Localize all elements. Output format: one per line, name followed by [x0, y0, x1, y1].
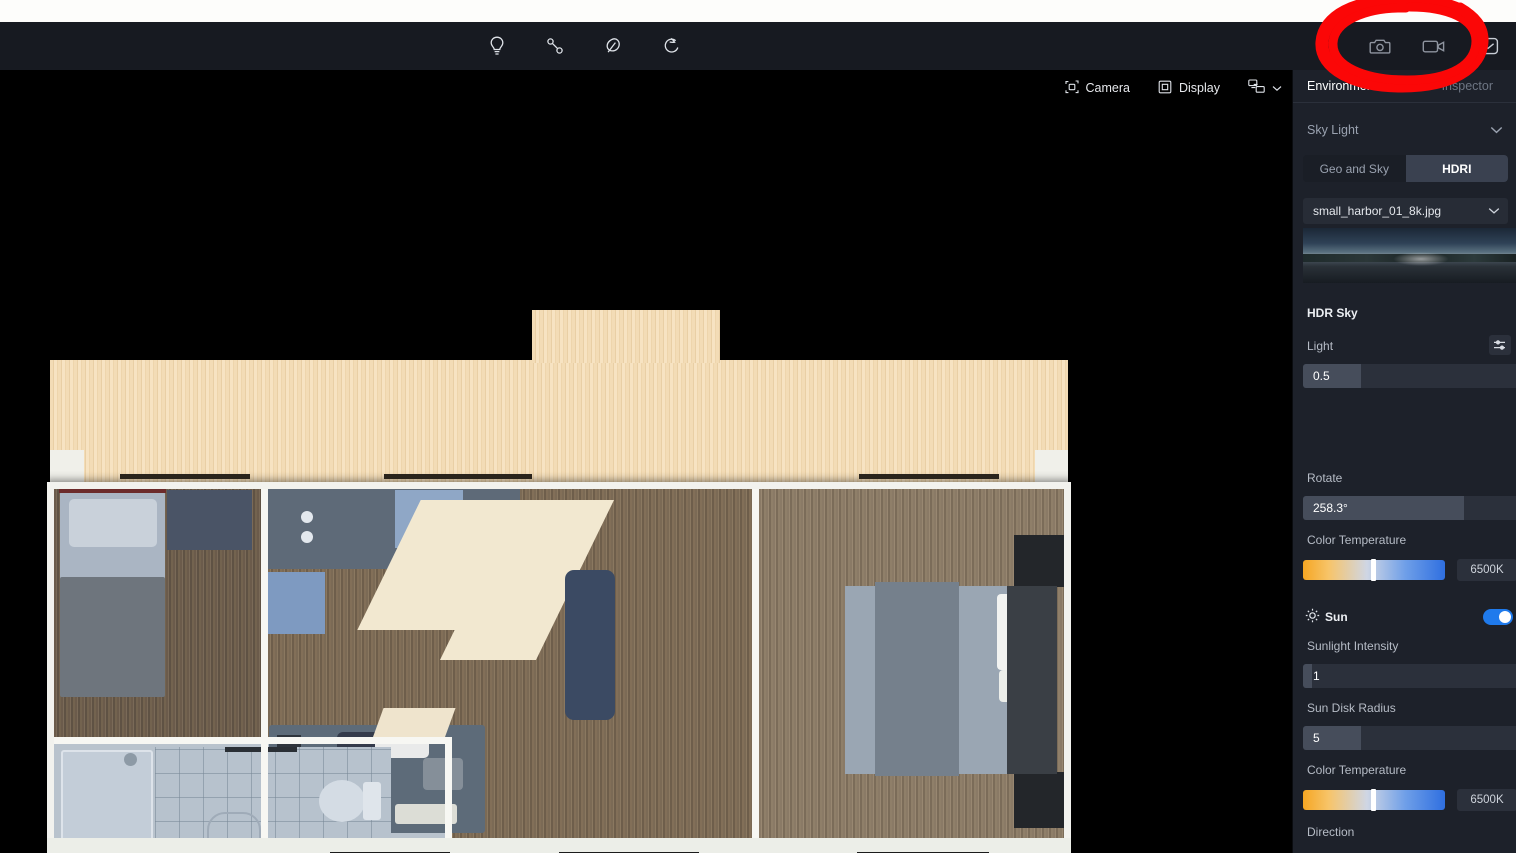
hdr-color-temperature-value[interactable]: 6500K	[1457, 559, 1516, 581]
shower-head	[124, 753, 137, 766]
chevron-down-icon[interactable]	[1490, 121, 1503, 139]
inbox-download-icon[interactable]	[1470, 30, 1506, 62]
toolbar-capture-group	[1362, 22, 1516, 70]
tab-inspector[interactable]: Inspector	[1442, 79, 1493, 93]
split-view-icon	[1248, 79, 1265, 97]
sunlight-intensity-slider[interactable]: 1	[1303, 664, 1516, 688]
light-value: 0.5	[1313, 369, 1330, 383]
sun-disk-radius-value: 5	[1313, 731, 1320, 745]
wall-vertical-2	[752, 489, 759, 838]
hdri-file-name: small_harbor_01_8k.jpg	[1313, 204, 1442, 218]
sun-disk-radius-label: Sun Disk Radius	[1307, 701, 1396, 715]
wall-vertical-1	[261, 489, 268, 838]
rotate-label: Rotate	[1307, 471, 1343, 485]
rotate-slider[interactable]: 258.3°	[1303, 496, 1516, 520]
leaf-icon[interactable]	[596, 29, 630, 63]
toilet	[319, 780, 365, 822]
bed-left-duvet	[60, 577, 165, 697]
light-label: Light	[1307, 339, 1334, 353]
main-toolbar	[0, 22, 1516, 70]
sun-toggle-knob	[1499, 611, 1511, 623]
hdr-sky-title: HDR Sky	[1307, 306, 1358, 320]
sun-disk-radius-fill	[1303, 726, 1362, 750]
direction-label: Direction	[1307, 825, 1355, 839]
sun-temperature-knob[interactable]	[1371, 789, 1377, 811]
window-shadow-2	[384, 474, 532, 479]
window-shadow-3	[859, 474, 999, 479]
direction-option-follow-hdri[interactable]: Follow HDRI	[1303, 846, 1508, 853]
camera-icon[interactable]	[1362, 30, 1398, 62]
polyline-icon[interactable]	[538, 29, 572, 63]
nightstand-bottom	[1014, 772, 1064, 828]
sunlight-intensity-fill	[1303, 664, 1312, 688]
hdr-temperature-knob[interactable]	[1371, 559, 1377, 581]
wall-vertical-bath	[445, 737, 452, 838]
segment-hdri[interactable]: HDRI	[1405, 155, 1508, 182]
section-sky-light-header[interactable]: Sky Light	[1293, 113, 1516, 147]
wall-horizontal-bath	[54, 737, 452, 744]
environment-panel: Environment Inspector Sky Light Geo and …	[1292, 70, 1516, 853]
cube-icon	[1158, 80, 1172, 97]
camera-frame-icon	[1064, 79, 1079, 97]
deck-alcove	[532, 310, 720, 363]
viewport-camera-button[interactable]: Camera	[1061, 77, 1134, 100]
sky-mode-segmented: Geo and Sky HDRI	[1303, 155, 1508, 182]
toilet-tank	[363, 782, 381, 820]
light-slider[interactable]: 0.5	[1303, 364, 1516, 388]
sun-color-temperature-slider[interactable]	[1303, 789, 1445, 811]
section-sky-light-title: Sky Light	[1307, 123, 1359, 137]
hdr-color-temperature-label: Color Temperature	[1307, 533, 1407, 547]
sliders-icon[interactable]	[1489, 335, 1511, 355]
sun-color-temperature-label: Color Temperature	[1307, 763, 1407, 777]
viewport-layout-button[interactable]	[1244, 76, 1286, 100]
window-shadow-1	[120, 474, 250, 479]
chevron-down-icon	[1272, 81, 1282, 95]
tab-environment[interactable]: Environment	[1307, 79, 1377, 93]
video-camera-icon[interactable]	[1416, 30, 1452, 62]
rug-left-dark	[167, 490, 252, 550]
hdri-file-select[interactable]: small_harbor_01_8k.jpg	[1303, 198, 1508, 224]
exterior-deck	[50, 360, 1068, 490]
viewport-controls: Camera Display	[1061, 76, 1286, 100]
master-bed-side-dark	[1007, 586, 1057, 774]
3d-viewport[interactable]: Camera Display	[0, 70, 1292, 853]
interior-walls	[47, 474, 1071, 853]
master-bed-duvet	[875, 582, 959, 776]
chair-blue	[263, 572, 325, 634]
bed-left-pillows	[69, 499, 157, 547]
outlet-icon-1	[301, 511, 313, 523]
rotate-icon[interactable]	[654, 29, 688, 63]
chevron-down-icon	[1488, 204, 1500, 218]
viewport-display-button[interactable]: Display	[1154, 77, 1224, 100]
shower-tray	[61, 750, 153, 842]
bed-left-headboard	[59, 489, 166, 493]
viewport-display-label: Display	[1179, 81, 1220, 95]
segment-geo-and-sky[interactable]: Geo and Sky	[1303, 155, 1406, 182]
nightstand-top	[1014, 535, 1064, 587]
outlet-icon-2	[301, 531, 313, 543]
sun-disk-radius-slider[interactable]: 5	[1303, 726, 1516, 750]
toolbar-tool-group	[480, 22, 688, 70]
hdr-color-temperature-slider[interactable]	[1303, 559, 1445, 581]
viewport-camera-label: Camera	[1085, 81, 1130, 95]
sofa-pillow-grey	[423, 758, 463, 790]
panel-tab-bar: Environment Inspector	[1293, 70, 1516, 103]
sun-color-temperature-value[interactable]: 6500K	[1457, 789, 1516, 811]
sun-title: Sun	[1325, 610, 1348, 624]
hdri-horizon	[1303, 253, 1516, 262]
sun-icon	[1305, 608, 1320, 628]
rotate-value: 258.3°	[1313, 501, 1348, 515]
floorplan-render[interactable]	[47, 310, 1071, 853]
window-top-strip	[0, 0, 1516, 22]
sun-toggle[interactable]	[1483, 609, 1513, 625]
sunlight-intensity-label: Sunlight Intensity	[1307, 639, 1399, 653]
wall-bottom-shadow	[47, 838, 1071, 853]
sunlight-intensity-value: 1	[1313, 669, 1320, 683]
hdri-preview-image[interactable]	[1303, 228, 1516, 283]
light-slider-fill	[1303, 364, 1362, 388]
lightbulb-icon[interactable]	[480, 29, 514, 63]
cabinet-navy	[565, 570, 615, 720]
